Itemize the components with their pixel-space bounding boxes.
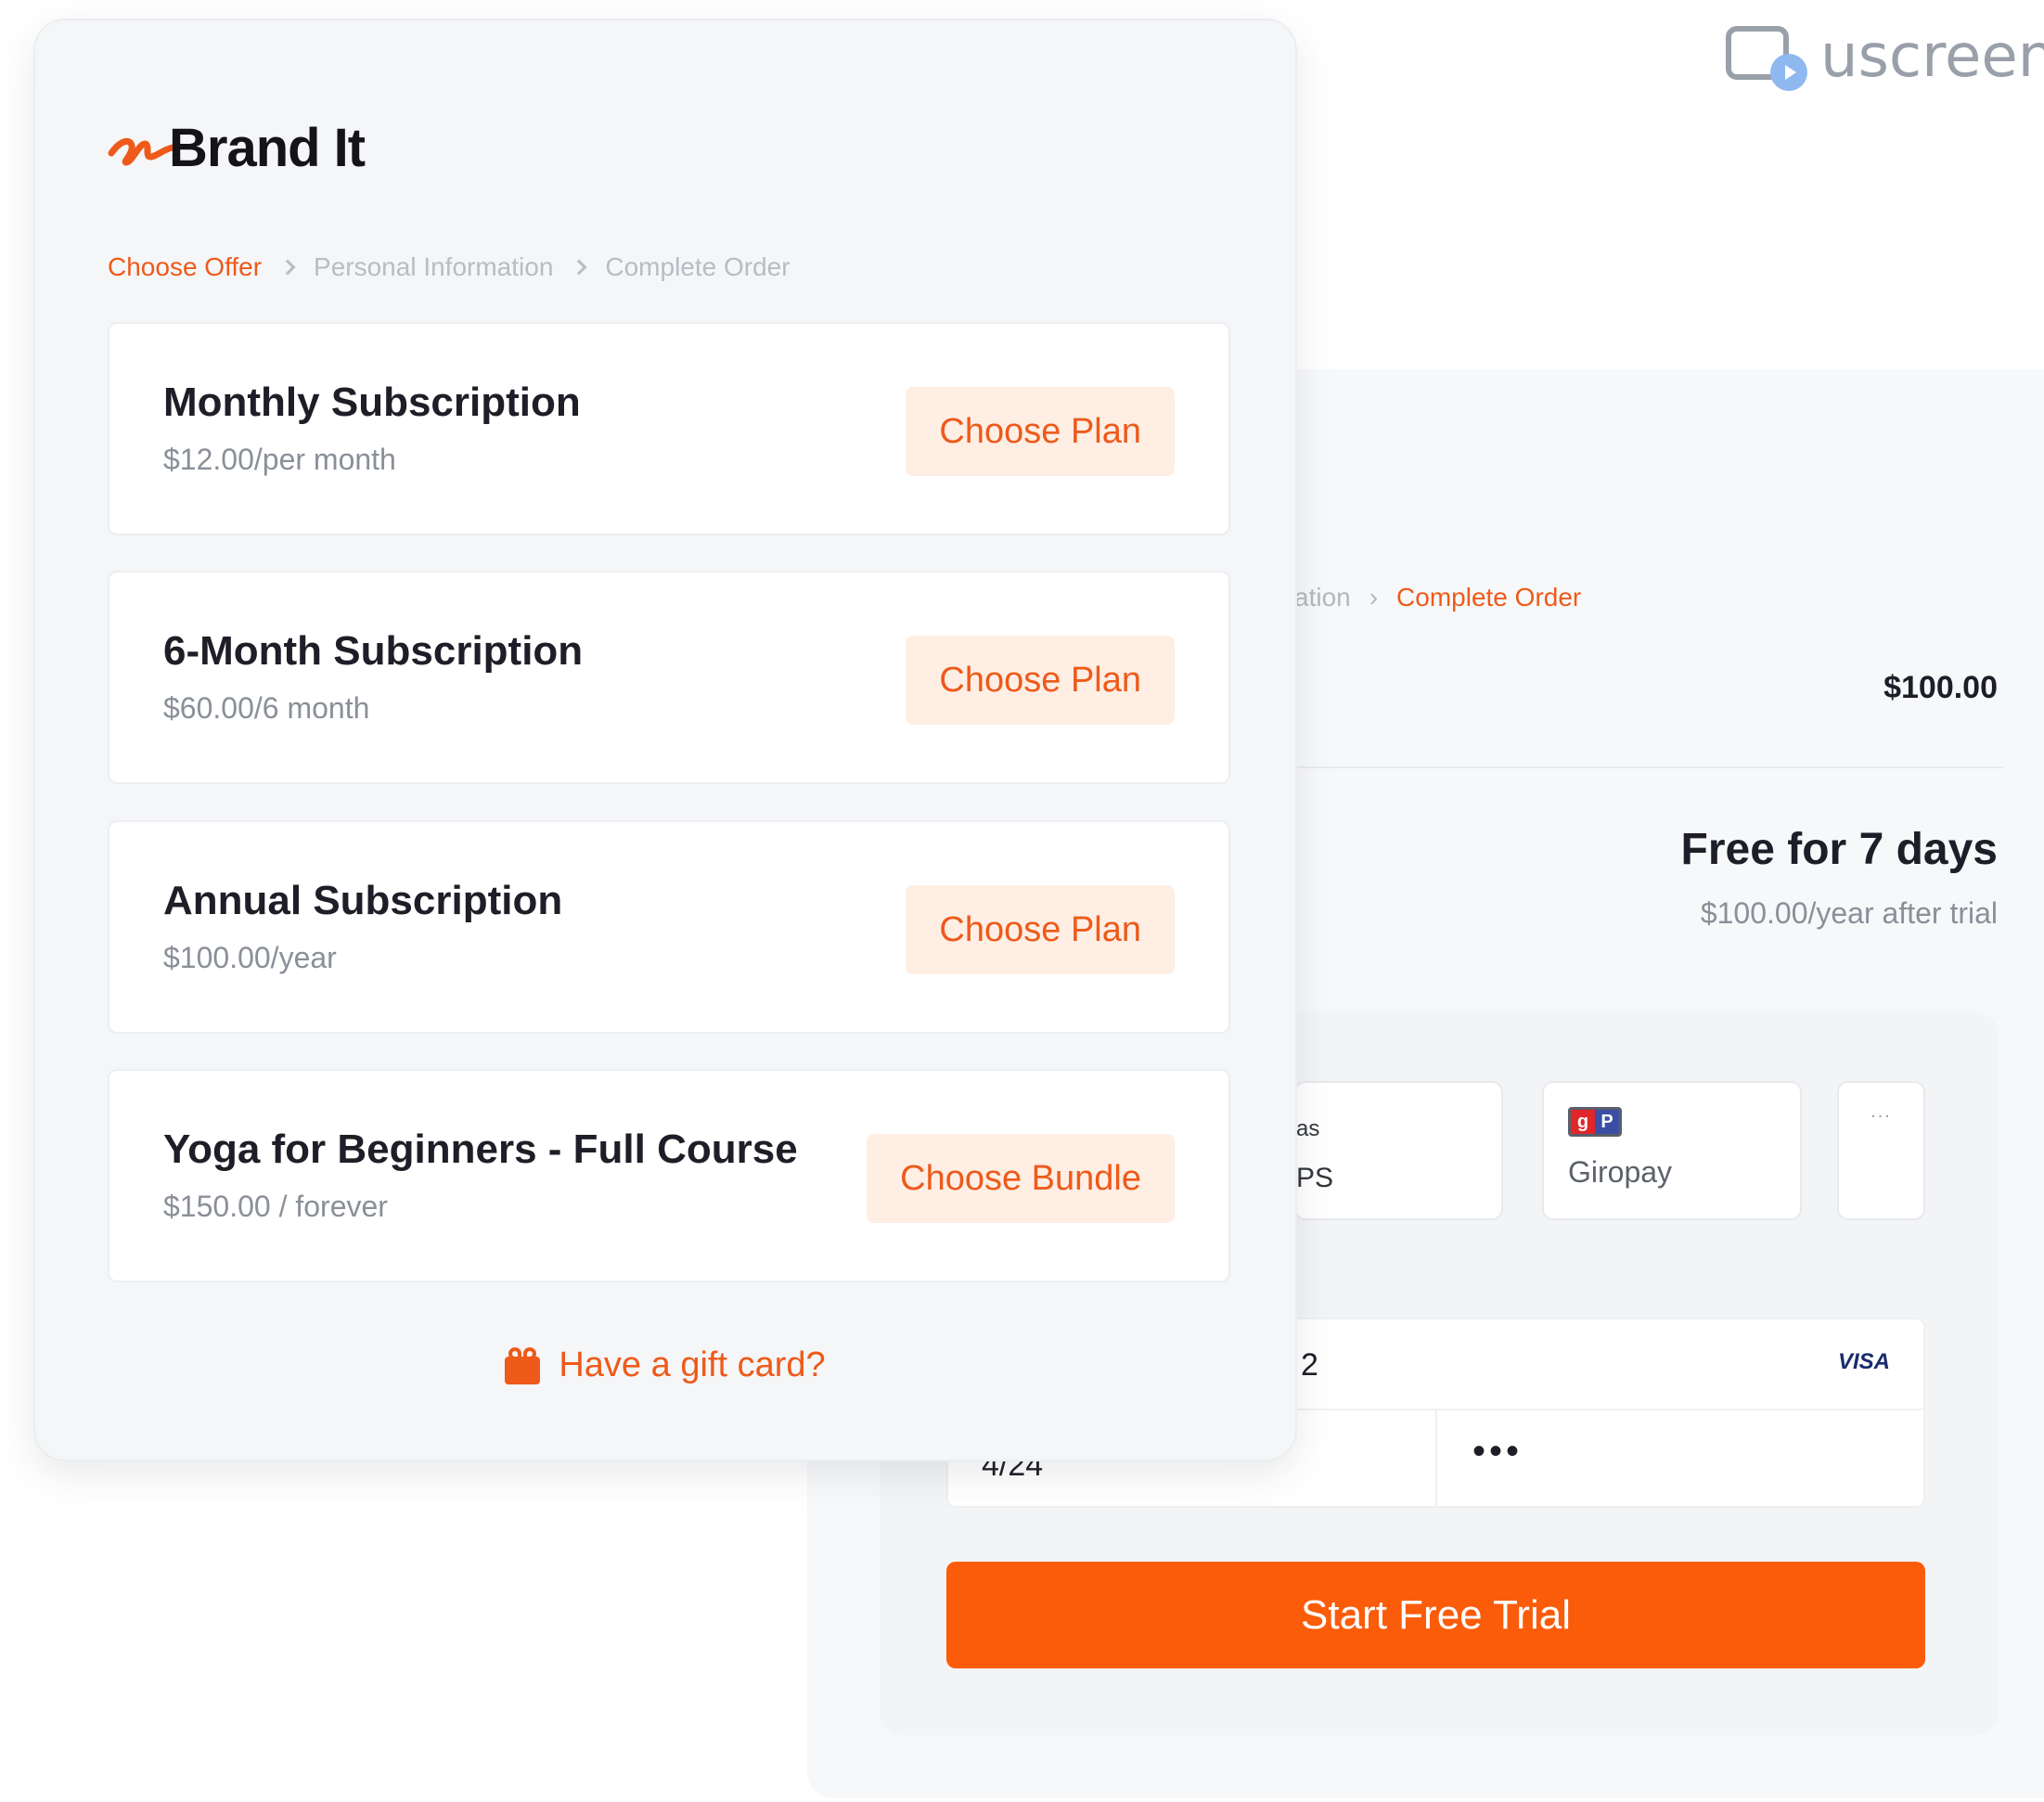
breadcrumb-step-personal-information[interactable]: Personal Information [314, 252, 553, 282]
gift-card-link[interactable]: Have a gift card? [35, 1345, 1295, 1385]
offer-card: Brand It Choose Offer Personal Informati… [33, 19, 1297, 1461]
plan-title: Monthly Subscription [163, 380, 581, 425]
brand-name: Brand It [169, 118, 366, 178]
payment-method-label: PS [1296, 1163, 1334, 1193]
plan-title: 6-Month Subscription [163, 628, 584, 674]
payment-method-label: Giropay [1568, 1155, 1673, 1189]
choose-bundle-button[interactable]: Choose Bundle [867, 1134, 1175, 1223]
plan-price: $100.00/year [163, 941, 337, 974]
order-total: $100.00 [1883, 670, 1998, 705]
payment-method-icon: as [1296, 1116, 1320, 1141]
trial-subtitle: $100.00/year after trial [1700, 896, 1998, 930]
brand-logo: Brand It [108, 117, 366, 179]
more-icon: ... [1870, 1101, 1892, 1122]
card-number-input[interactable]: 2 [1301, 1347, 1318, 1384]
plan-title: Annual Subscription [163, 878, 563, 923]
plan-annual: Annual Subscription $100.00/year Choose … [108, 820, 1230, 1034]
plan-price: $60.00/6 month [163, 691, 370, 725]
plan-monthly: Monthly Subscription $12.00/per month Ch… [108, 322, 1230, 535]
card-cvc-input[interactable]: ••• [1472, 1431, 1523, 1473]
payment-method-giropay[interactable]: g P Giropay [1542, 1081, 1802, 1220]
brand-swoosh-icon [108, 137, 174, 166]
plan-price: $12.00/per month [163, 443, 396, 476]
choose-plan-button[interactable]: Choose Plan [906, 636, 1175, 725]
payment-method-option[interactable]: as PS [1294, 1081, 1503, 1220]
summary-divider [1294, 766, 2004, 768]
choose-plan-button[interactable]: Choose Plan [906, 387, 1175, 476]
plan-6-month: 6-Month Subscription $60.00/6 month Choo… [108, 571, 1230, 784]
plan-title: Yoga for Beginners - Full Course [163, 1126, 798, 1172]
plan-price: $150.00 / forever [163, 1190, 388, 1223]
gift-card-label[interactable]: Have a gift card? [559, 1345, 825, 1385]
start-free-trial-button[interactable]: Start Free Trial [946, 1562, 1925, 1668]
breadcrumb-chevron-icon: › [1369, 583, 1379, 611]
breadcrumb-step-complete-order[interactable]: Complete Order [605, 252, 790, 282]
giropay-icon: g P [1568, 1107, 1622, 1137]
trial-title: Free for 7 days [1680, 825, 1998, 874]
offer-breadcrumb: Choose Offer Personal Information Comple… [108, 252, 791, 282]
breadcrumb-step-personal-information[interactable]: ation [1294, 583, 1351, 612]
payment-method-more[interactable]: ... [1837, 1081, 1925, 1220]
uscreen-logo-text: uscreen [1820, 22, 2044, 91]
breadcrumb-step-complete-order: Complete Order [1396, 583, 1582, 611]
breadcrumb-chevron-icon [571, 259, 587, 276]
breadcrumb-chevron-icon [279, 259, 296, 276]
gift-icon [505, 1346, 541, 1384]
uscreen-logo-icon [1726, 20, 1807, 93]
uscreen-logo: uscreen [1726, 20, 2044, 93]
breadcrumb-step-choose-offer: Choose Offer [108, 252, 263, 281]
checkout-breadcrumb: ation › Complete Order [1294, 583, 1581, 612]
choose-plan-button[interactable]: Choose Plan [906, 885, 1175, 974]
visa-icon: VISA [1837, 1349, 1890, 1374]
plan-bundle: Yoga for Beginners - Full Course $150.00… [108, 1069, 1230, 1282]
